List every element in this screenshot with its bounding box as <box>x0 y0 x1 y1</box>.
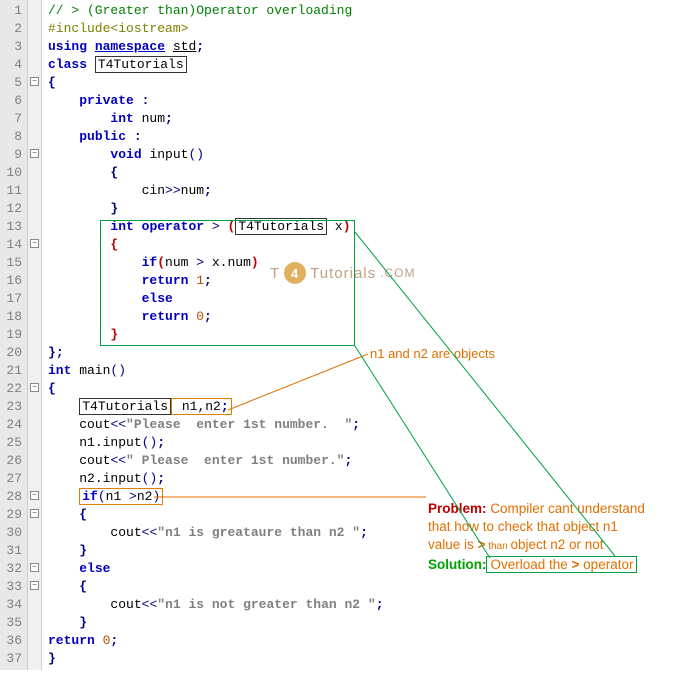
line-number: 4 <box>4 56 25 74</box>
line-number: 15 <box>4 254 25 272</box>
fold-marker[interactable]: − <box>28 234 41 252</box>
line-number: 25 <box>4 434 25 452</box>
line-number: 24 <box>4 416 25 434</box>
line-number: 21 <box>4 362 25 380</box>
var-type: T4Tutorials <box>79 398 171 415</box>
line-number: 26 <box>4 452 25 470</box>
line-number: 10 <box>4 164 25 182</box>
line-number: 5 <box>4 74 25 92</box>
line-number-gutter: 1 2 3 4 5 6 7 8 9 10 11 12 13 14 15 16 1… <box>0 0 28 670</box>
line-number: 17 <box>4 290 25 308</box>
var-decl: n1,n2; <box>171 398 232 415</box>
fold-marker[interactable]: − <box>28 144 41 162</box>
watermark-badge: 4 <box>284 262 306 284</box>
line-number: 31 <box>4 542 25 560</box>
line-number: 36 <box>4 632 25 650</box>
line-number: 28 <box>4 488 25 506</box>
line-number: 9 <box>4 146 25 164</box>
fold-marker[interactable]: − <box>28 486 41 504</box>
line-number: 8 <box>4 128 25 146</box>
line-number: 18 <box>4 308 25 326</box>
fold-marker[interactable]: − <box>28 72 41 90</box>
watermark: T 4 Tutorials .COM <box>270 262 415 284</box>
line-number: 16 <box>4 272 25 290</box>
line-number: 1 <box>4 2 25 20</box>
class-name: T4Tutorials <box>95 56 187 73</box>
line-number: 20 <box>4 344 25 362</box>
line-number: 37 <box>4 650 25 668</box>
line-number: 12 <box>4 200 25 218</box>
code-comment: // > (Greater than)Operator overloading <box>48 3 352 18</box>
fold-gutter: − − − − − − − − <box>28 0 42 670</box>
line-number: 14 <box>4 236 25 254</box>
fold-marker[interactable]: − <box>28 378 41 396</box>
line-number: 6 <box>4 92 25 110</box>
line-number: 2 <box>4 20 25 38</box>
line-number: 22 <box>4 380 25 398</box>
line-number: 19 <box>4 326 25 344</box>
line-number: 3 <box>4 38 25 56</box>
fold-marker[interactable]: − <box>28 576 41 594</box>
fold-marker[interactable]: − <box>28 558 41 576</box>
line-number: 7 <box>4 110 25 128</box>
line-number: 34 <box>4 596 25 614</box>
line-number: 33 <box>4 578 25 596</box>
line-number: 11 <box>4 182 25 200</box>
line-number: 23 <box>4 398 25 416</box>
annotation-problem-solution: Problem: Compiler cant understand that h… <box>428 500 688 574</box>
line-number: 30 <box>4 524 25 542</box>
if-condition: if(n1 >n2) <box>79 488 163 505</box>
fold-marker[interactable]: − <box>28 504 41 522</box>
line-number: 32 <box>4 560 25 578</box>
line-number: 13 <box>4 218 25 236</box>
line-number: 35 <box>4 614 25 632</box>
line-number: 27 <box>4 470 25 488</box>
line-number: 29 <box>4 506 25 524</box>
